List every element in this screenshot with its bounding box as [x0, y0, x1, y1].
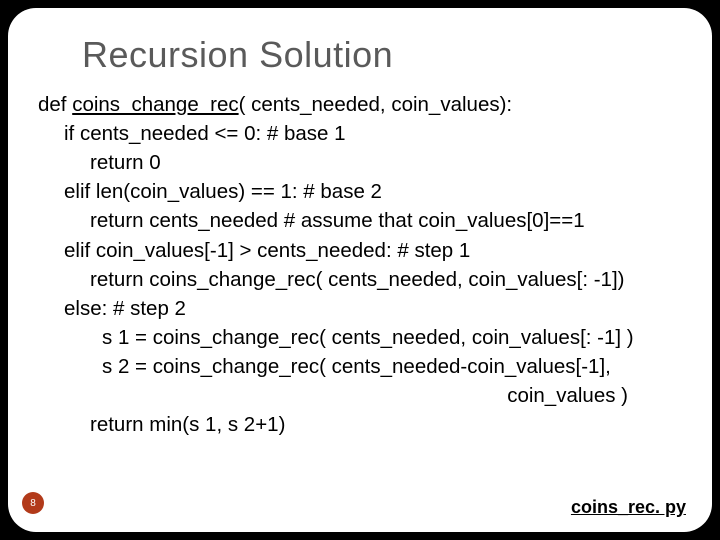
code-line-1: def coins_change_rec( cents_needed, coin… — [38, 90, 682, 119]
slide-title: Recursion Solution — [82, 34, 682, 76]
code-line-12: return min(s 1, s 2+1) — [38, 410, 682, 439]
code-line-5: return cents_needed # assume that coin_v… — [38, 206, 682, 235]
code-line-3: return 0 — [38, 148, 682, 177]
page-number-badge: 8 — [22, 492, 44, 514]
code-line-1-tail: ( cents_needed, coin_values): — [239, 93, 513, 116]
code-line-10: s 2 = coins_change_rec( cents_needed-coi… — [38, 352, 682, 381]
code-line-7: return coins_change_rec( cents_needed, c… — [38, 265, 682, 294]
code-line-2: if cents_needed <= 0: # base 1 — [38, 119, 682, 148]
file-link[interactable]: coins_rec. py — [571, 497, 686, 518]
code-line-9: s 1 = coins_change_rec( cents_needed, co… — [38, 323, 682, 352]
slide-frame: Recursion Solution def coins_change_rec(… — [8, 8, 712, 532]
code-line-6: elif coin_values[-1] > cents_needed: # s… — [38, 236, 682, 265]
code-block: def coins_change_rec( cents_needed, coin… — [38, 90, 682, 439]
page-number: 8 — [30, 498, 36, 509]
code-line-4: elif len(coin_values) == 1: # base 2 — [38, 177, 682, 206]
code-function-name: coins_change_rec — [72, 93, 238, 116]
code-line-11: coin_values ) — [38, 381, 682, 410]
code-keyword-def: def — [38, 93, 72, 116]
code-line-8: else: # step 2 — [38, 294, 682, 323]
